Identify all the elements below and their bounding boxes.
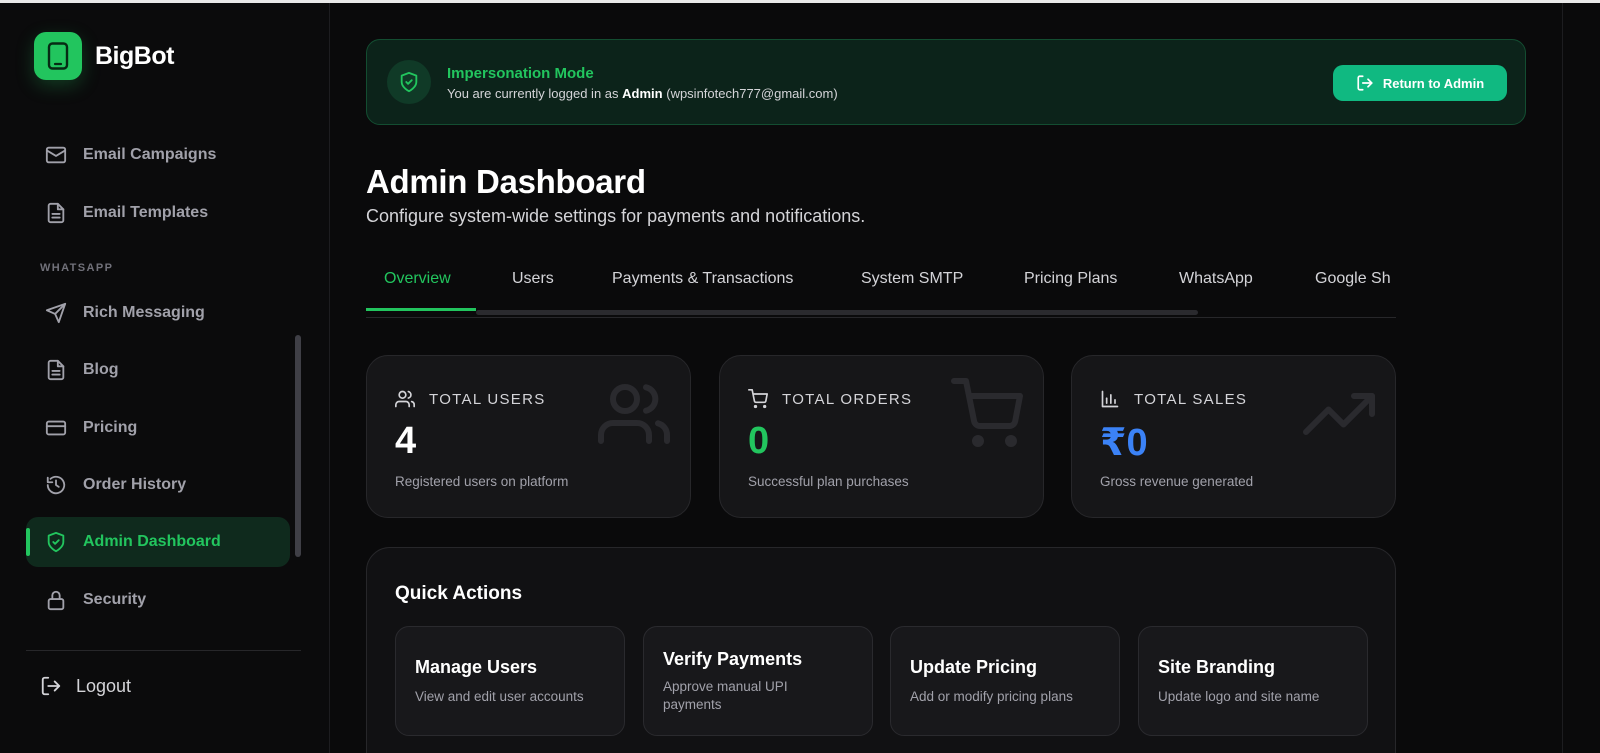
sidebar-item-email-campaigns[interactable]: Email Campaigns	[26, 130, 290, 180]
stat-value: 0	[748, 420, 770, 462]
sidebar-section-whatsapp: WHATSAPP	[40, 262, 114, 274]
quick-action-update-pricing[interactable]: Update Pricing Add or modify pricing pla…	[890, 626, 1120, 736]
stat-card-total-sales: TOTAL SALES ₹0 Gross revenue generated	[1071, 355, 1396, 518]
users-icon	[598, 378, 671, 455]
quick-action-description: Update logo and site name	[1158, 689, 1320, 704]
banner-title: Impersonation Mode	[447, 65, 594, 82]
phone-icon	[34, 32, 82, 80]
shield-check-icon	[387, 60, 431, 104]
tabs-scrollbar[interactable]	[476, 310, 1198, 315]
banner-message: You are currently logged in as Admin (wp…	[447, 86, 838, 101]
sidebar-item-security[interactable]: Security	[26, 575, 290, 625]
page-scrollbar-track[interactable]	[1562, 3, 1563, 753]
sidebar-item-label: Admin Dashboard	[83, 533, 221, 550]
bar-chart-icon	[1100, 389, 1120, 409]
quick-actions-title: Quick Actions	[395, 583, 523, 604]
stat-title: TOTAL USERS	[429, 390, 546, 408]
sidebar-item-email-templates[interactable]: Email Templates	[26, 188, 290, 238]
logout-button[interactable]: Logout	[40, 675, 131, 697]
quick-action-description: Add or modify pricing plans	[910, 689, 1073, 704]
cart-icon	[748, 389, 768, 409]
users-icon	[395, 389, 415, 409]
quick-action-site-branding[interactable]: Site Branding Update logo and site name	[1138, 626, 1368, 736]
logout-icon	[40, 675, 62, 697]
sidebar-item-label: Email Campaigns	[83, 146, 217, 163]
sidebar-item-rich-messaging[interactable]: Rich Messaging	[26, 288, 290, 338]
trending-up-icon	[1303, 378, 1375, 455]
quick-action-title: Site Branding	[1158, 657, 1276, 677]
file-text-icon	[45, 202, 67, 224]
log-out-icon	[1356, 74, 1374, 92]
history-icon	[45, 474, 67, 496]
return-to-admin-label: Return to Admin	[1382, 75, 1485, 91]
impersonation-banner: Impersonation Mode You are currently log…	[366, 39, 1526, 125]
sidebar-item-blog[interactable]: Blog	[26, 345, 290, 395]
stat-card-total-orders: TOTAL ORDERS 0 Successful plan purchases	[719, 355, 1044, 518]
banner-prefix: You are currently logged in as	[447, 86, 619, 101]
stat-card-total-users: TOTAL USERS 4 Registered users on platfo…	[366, 355, 691, 518]
sidebar-item-label: Security	[83, 591, 147, 608]
stat-title: TOTAL SALES	[1134, 390, 1248, 408]
tab-overview[interactable]: Overview	[384, 270, 451, 288]
admin-tabs: Overview Users Payments & Transactions S…	[366, 256, 1396, 318]
stat-description: Gross revenue generated	[1100, 474, 1254, 489]
return-to-admin-button[interactable]: Return to Admin	[1333, 65, 1507, 101]
stat-value: ₹0	[1100, 422, 1148, 464]
sidebar-item-label: Rich Messaging	[83, 304, 205, 321]
tab-users[interactable]: Users	[512, 270, 554, 288]
stat-description: Successful plan purchases	[748, 474, 909, 489]
banner-email: (wpsinfotech777@gmail.com)	[666, 86, 838, 101]
stat-value: 4	[395, 420, 417, 462]
tab-google-sheets[interactable]: Google Sh	[1315, 270, 1391, 288]
quick-action-title: Verify Payments	[663, 649, 803, 669]
cart-icon	[951, 378, 1023, 455]
sidebar-divider	[26, 650, 301, 651]
stat-title: TOTAL ORDERS	[782, 390, 913, 408]
sidebar-item-order-history[interactable]: Order History	[26, 460, 290, 510]
sidebar-item-admin-dashboard[interactable]: Admin Dashboard	[26, 517, 290, 567]
quick-action-manage-users[interactable]: Manage Users View and edit user accounts	[395, 626, 625, 736]
mail-icon	[45, 144, 67, 166]
tab-system-smtp[interactable]: System SMTP	[861, 270, 963, 288]
send-icon	[45, 302, 67, 324]
main-content: Impersonation Mode You are currently log…	[330, 3, 1600, 753]
sidebar-scrollbar[interactable]	[295, 335, 301, 557]
lock-icon	[45, 589, 67, 611]
quick-action-description: View and edit user accounts	[415, 689, 584, 704]
sidebar-item-pricing[interactable]: Pricing	[26, 403, 290, 453]
tab-whatsapp[interactable]: WhatsApp	[1179, 270, 1253, 288]
quick-actions-panel: Quick Actions Manage Users View and edit…	[366, 547, 1396, 753]
sidebar-item-label: Order History	[83, 476, 187, 493]
logout-label: Logout	[76, 675, 132, 696]
tab-pricing-plans[interactable]: Pricing Plans	[1024, 270, 1117, 288]
quick-action-description: Approve manual UPI payments	[663, 679, 788, 712]
page-title: Admin Dashboard	[366, 163, 646, 200]
quick-action-verify-payments[interactable]: Verify Payments Approve manual UPI payme…	[643, 626, 873, 736]
quick-action-title: Update Pricing	[910, 657, 1038, 677]
sidebar-item-label: Pricing	[83, 419, 138, 436]
file-text-icon	[45, 359, 67, 381]
sidebar-item-label: Blog	[83, 361, 119, 378]
active-tab-indicator	[366, 308, 476, 311]
credit-card-icon	[45, 417, 67, 439]
page-subtitle: Configure system-wide settings for payme…	[366, 206, 866, 226]
quick-action-title: Manage Users	[415, 657, 538, 677]
stat-description: Registered users on platform	[395, 474, 569, 489]
sidebar-item-label: Email Templates	[83, 204, 209, 221]
brand-logo[interactable]: BigBot	[34, 32, 174, 80]
tab-payments-transactions[interactable]: Payments & Transactions	[612, 270, 793, 288]
shield-check-icon	[45, 531, 67, 553]
sidebar: BigBot Email Campaigns Email Templates W…	[0, 3, 330, 753]
banner-user: Admin	[622, 86, 663, 101]
brand-name: BigBot	[95, 41, 174, 70]
